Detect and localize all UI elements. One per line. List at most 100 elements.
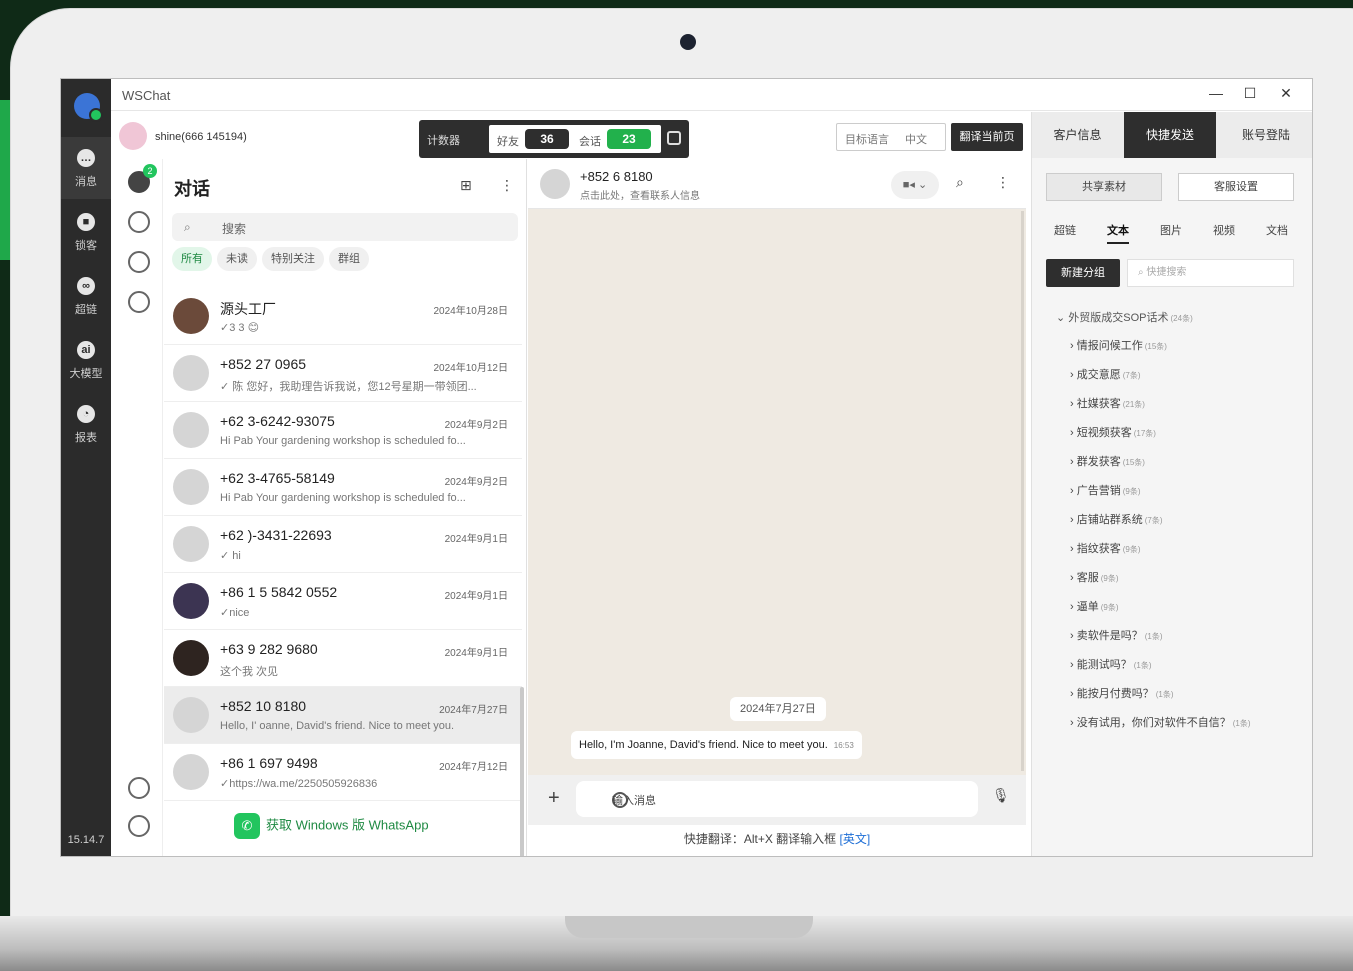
search-icon[interactable]: ⌕ <box>956 174 964 191</box>
tab-customer-info[interactable]: 客户信息 <box>1032 112 1123 158</box>
video-call-button[interactable]: ■◂ ⌄ <box>891 171 939 199</box>
list-item[interactable]: 源头工厂 2024年10月28日 ✓3 3 😊 <box>164 288 522 345</box>
communities-icon[interactable] <box>128 291 150 313</box>
channels-icon[interactable] <box>128 251 150 273</box>
new-group-button[interactable]: 新建分组 <box>1046 259 1120 287</box>
search-icon: ⌕ <box>184 220 191 234</box>
tree-node[interactable]: › 情报问候工作 (15条) <box>1056 336 1306 365</box>
unread-badge: 2 <box>143 164 157 178</box>
search-input[interactable]: ⌕ 搜索 <box>172 213 518 241</box>
list-item[interactable]: +62 )-3431-22693 2024年9月1日 ✓ hi <box>164 516 522 573</box>
more-options-icon[interactable]: ⋮ <box>996 174 1010 191</box>
list-item[interactable]: +62 3-4765-58149 2024年9月2日 Hi Pab Your g… <box>164 459 522 516</box>
tree-node[interactable]: › 广告营销 (9条) <box>1056 481 1306 510</box>
rail-item-link[interactable]: ∞ 超链 <box>61 265 111 327</box>
tab-documents[interactable]: 文档 <box>1266 222 1288 238</box>
minimize-button[interactable]: — <box>1204 85 1228 105</box>
shared-materials-button[interactable]: 共享素材 <box>1046 173 1162 201</box>
tree-node[interactable]: › 店铺站群系统 (7条) <box>1056 510 1306 539</box>
rail-item-label: 超链 <box>75 304 97 316</box>
tree-node-count: (15条) <box>1122 458 1145 467</box>
more-options-icon[interactable]: ⋮ <box>500 177 514 194</box>
rail-item-messages[interactable]: … 消息 <box>61 137 111 199</box>
close-button[interactable]: ✕ <box>1274 85 1298 105</box>
filter-all[interactable]: 所有 <box>172 247 212 271</box>
quick-search-input[interactable]: ⌕ 快捷搜索 <box>1127 259 1294 287</box>
chat-panel: +852 6 8180 点击此处，查看联系人信息 ■◂ ⌄ ⌕ ⋮ 2024年7… <box>528 159 1026 856</box>
tree-node[interactable]: › 能测试吗？ (1条) <box>1056 655 1306 684</box>
rail-item-label: 消息 <box>75 176 97 188</box>
message-date: 2024年9月2日 <box>444 420 508 431</box>
tree-node[interactable]: › 社媒获客 (21条) <box>1056 394 1306 423</box>
tree-node[interactable]: › 逼单 (9条) <box>1056 597 1306 626</box>
message-input[interactable]: 输入消息 <box>576 781 978 817</box>
filter-groups[interactable]: 群组 <box>329 247 369 271</box>
sessions-count: 23 <box>607 129 651 149</box>
filter-unread[interactable]: 未读 <box>217 247 257 271</box>
filter-favorites[interactable]: 特别关注 <box>262 247 324 271</box>
filter-chips: 所有 未读 特别关注 群组 <box>172 247 374 271</box>
get-windows-whatsapp-link[interactable]: ✆ 获取 Windows 版 WhatsApp <box>234 813 429 839</box>
scrollbar[interactable] <box>520 687 524 856</box>
search-icon[interactable] <box>667 131 681 145</box>
list-item[interactable]: +62 3-6242-93075 2024年9月2日 Hi Pab Your g… <box>164 402 522 459</box>
tab-images[interactable]: 图片 <box>1160 222 1182 238</box>
maximize-button[interactable]: ☐ <box>1238 85 1262 105</box>
shortcut-language-link[interactable]: [英文] <box>840 832 871 846</box>
profile-icon[interactable] <box>128 815 150 837</box>
avatar <box>173 412 209 448</box>
account-avatar[interactable] <box>119 122 147 150</box>
tab-account-login[interactable]: 账号登陆 <box>1217 112 1312 158</box>
tree-node[interactable]: › 卖软件是吗？ (1条) <box>1056 626 1306 655</box>
tree-node-label: 成交意愿 <box>1076 369 1121 381</box>
contact-name: +62 3-4765-58149 <box>220 470 335 486</box>
tree-node-count: (9条) <box>1100 603 1119 612</box>
tree-node[interactable]: › 没有试用，你们对软件不自信？ (1条) <box>1056 713 1306 742</box>
tab-links[interactable]: 超链 <box>1054 222 1076 238</box>
status-icon[interactable] <box>128 211 150 233</box>
left-rail: … 消息 ■ 锁客 ∞ 超链 ai 大模型 ◔ 报表 15.14.7 <box>61 79 111 856</box>
tree-node[interactable]: › 成交意愿 (7条) <box>1056 365 1306 394</box>
list-item[interactable]: +852 10 8180 2024年7月27日 Hello, I' oanne,… <box>164 687 522 744</box>
tree-node[interactable]: › 短视频获客 (17条) <box>1056 423 1306 452</box>
chat-header[interactable]: +852 6 8180 点击此处，查看联系人信息 ■◂ ⌄ ⌕ ⋮ <box>528 159 1026 209</box>
settings-icon[interactable] <box>128 777 150 799</box>
rail-item-lock[interactable]: ■ 锁客 <box>61 201 111 263</box>
window-title: WSChat <box>122 88 171 103</box>
tab-videos[interactable]: 视频 <box>1213 222 1235 238</box>
tree-node-label: 没有试用，你们对软件不自信？ <box>1076 717 1231 729</box>
list-item[interactable]: +63 9 282 9680 2024年9月1日 这个我 次见 <box>164 630 522 687</box>
message-preview: Hi Pab Your gardening workshop is schedu… <box>220 492 466 504</box>
tree-node-label: 卖软件是吗？ <box>1076 630 1143 642</box>
version-label: 15.14.7 <box>67 834 105 846</box>
tree-node[interactable]: › 指纹获客 (9条) <box>1056 539 1306 568</box>
tree-root[interactable]: ⌄ 外贸版成交SOP话术 (24条) <box>1056 308 1306 336</box>
new-chat-icon[interactable]: ⊞ <box>460 177 472 194</box>
tree-node[interactable]: › 能按月付费吗？ (1条) <box>1056 684 1306 713</box>
contact-name: +62 )-3431-22693 <box>220 527 332 543</box>
tree-node-count: (21条) <box>1122 400 1145 409</box>
tab-quick-send[interactable]: 快捷发送 <box>1124 112 1216 158</box>
microphone-icon[interactable]: 🎙 <box>992 787 1010 804</box>
rail-item-label: 大模型 <box>69 368 103 380</box>
list-item[interactable]: +86 1 5 5842 0552 2024年9月1日 ✓nice <box>164 573 522 630</box>
tree-node-label: 情报问候工作 <box>1076 340 1143 352</box>
translate-page-button[interactable]: 翻译当前页 <box>951 123 1023 151</box>
message-placeholder: 输入消息 <box>612 795 656 807</box>
tree-node[interactable]: › 客服 (9条) <box>1056 568 1306 597</box>
language-select[interactable]: 目标语言 中文 <box>836 123 946 151</box>
scrollbar[interactable] <box>1021 211 1024 771</box>
tab-text[interactable]: 文本 <box>1107 222 1129 244</box>
sessions-label: 会话 <box>579 136 601 148</box>
attach-icon[interactable]: + <box>548 787 560 810</box>
list-item[interactable]: +86 1 697 9498 2024年7月12日 ✓https://wa.me… <box>164 744 522 801</box>
support-settings-button[interactable]: 客服设置 <box>1178 173 1294 201</box>
message-composer: + 输入消息 🎙 <box>528 775 1026 825</box>
tree-node[interactable]: › 群发获客 (15条) <box>1056 452 1306 481</box>
user-avatar[interactable] <box>74 93 103 122</box>
message-bubble[interactable]: Hello, I'm Joanne, David's friend. Nice … <box>571 731 862 759</box>
translate-shortcut-hint: 快捷翻译：Alt+X 翻译输入框 [英文] <box>528 825 1026 856</box>
list-item[interactable]: +852 27 0965 2024年10月12日 ✓ 陈 您好，我助理告诉我说，… <box>164 345 522 402</box>
rail-item-ai-model[interactable]: ai 大模型 <box>61 329 111 391</box>
rail-item-report[interactable]: ◔ 报表 <box>61 393 111 455</box>
